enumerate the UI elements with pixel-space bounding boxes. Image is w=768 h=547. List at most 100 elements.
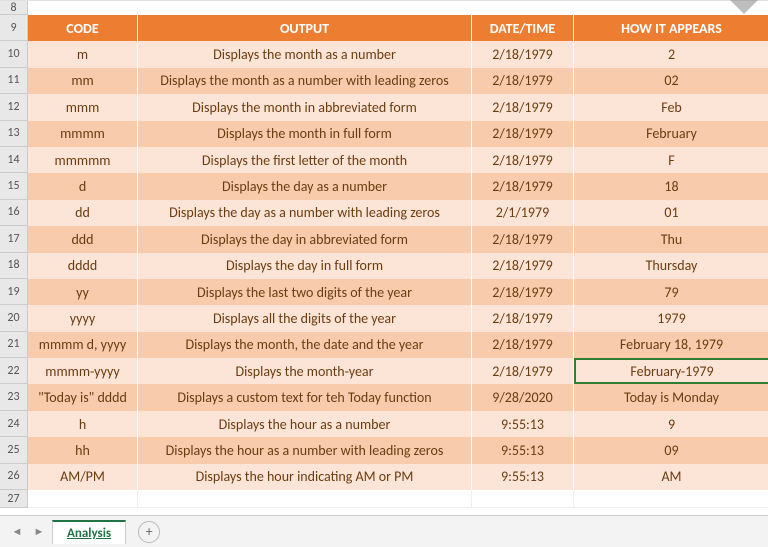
- cell-output[interactable]: Displays the month as a number: [138, 41, 472, 67]
- row-header[interactable]: 25: [0, 437, 28, 463]
- row-header[interactable]: 11: [0, 68, 28, 94]
- cell-datetime[interactable]: 2/18/1979: [472, 147, 574, 173]
- cell-code[interactable]: ddd: [28, 226, 138, 252]
- cell-output[interactable]: Displays the hour indicating AM or PM: [138, 464, 472, 490]
- col-header-output[interactable]: OUTPUT: [138, 15, 472, 41]
- row-header[interactable]: 19: [0, 279, 28, 305]
- row-header[interactable]: 23: [0, 384, 28, 410]
- cell-code[interactable]: yy: [28, 279, 138, 305]
- sheet-tab-analysis[interactable]: Analysis: [52, 520, 126, 544]
- row-header[interactable]: 21: [0, 332, 28, 358]
- cell-output[interactable]: Displays all the digits of the year: [138, 305, 472, 331]
- row-header[interactable]: 22: [0, 358, 28, 384]
- cell-datetime[interactable]: 9:55:13: [472, 464, 574, 490]
- cell-output[interactable]: Displays the day in abbreviated form: [138, 226, 472, 252]
- row-header[interactable]: 13: [0, 121, 28, 147]
- cell-code[interactable]: mm: [28, 68, 138, 94]
- cell-code[interactable]: dddd: [28, 253, 138, 279]
- cell-code[interactable]: mmmm d, yyyy: [28, 332, 138, 358]
- cell-output[interactable]: Displays the day as a number: [138, 173, 472, 199]
- cell-output[interactable]: Displays the month in abbreviated form: [138, 94, 472, 120]
- add-sheet-button[interactable]: +: [138, 521, 160, 543]
- cell-datetime[interactable]: 2/18/1979: [472, 94, 574, 120]
- cell-appears[interactable]: 02: [574, 68, 768, 94]
- cell-output[interactable]: Displays the last two digits of the year: [138, 279, 472, 305]
- row-header[interactable]: 15: [0, 173, 28, 199]
- row-header[interactable]: 20: [0, 305, 28, 331]
- cell-code[interactable]: mmmm: [28, 121, 138, 147]
- cell-output[interactable]: Displays the month as a number with lead…: [138, 68, 472, 94]
- cell-appears[interactable]: F: [574, 147, 768, 173]
- cell-datetime[interactable]: 9:55:13: [472, 411, 574, 437]
- cell-code[interactable]: mmmmm: [28, 147, 138, 173]
- cell-code[interactable]: h: [28, 411, 138, 437]
- cell-datetime[interactable]: 2/1/1979: [472, 200, 574, 226]
- cell-datetime[interactable]: 9:55:13: [472, 437, 574, 463]
- cell-datetime[interactable]: 2/18/1979: [472, 358, 574, 384]
- cell-appears[interactable]: 1979: [574, 305, 768, 331]
- cell-datetime[interactable]: 2/18/1979: [472, 173, 574, 199]
- cell-appears[interactable]: February-1979: [574, 358, 768, 384]
- cell-appears[interactable]: Today is Monday: [574, 384, 768, 410]
- cell-datetime[interactable]: 2/18/1979: [472, 41, 574, 67]
- empty-cell[interactable]: [28, 490, 138, 508]
- cell-appears[interactable]: 09: [574, 437, 768, 463]
- cell-output[interactable]: Displays the day as a number with leadin…: [138, 200, 472, 226]
- empty-cell[interactable]: [574, 490, 768, 508]
- cell-appears[interactable]: Thursday: [574, 253, 768, 279]
- row-header[interactable]: 9: [0, 15, 28, 41]
- cell-datetime[interactable]: 2/18/1979: [472, 332, 574, 358]
- col-header-appears[interactable]: HOW IT APPEARS: [574, 15, 768, 41]
- row-header[interactable]: 10: [0, 41, 28, 67]
- cell-output[interactable]: Displays a custom text for teh Today fun…: [138, 384, 472, 410]
- cell-appears[interactable]: 18: [574, 173, 768, 199]
- cell-code[interactable]: mmmm-yyyy: [28, 358, 138, 384]
- cell-output[interactable]: Displays the month in full form: [138, 121, 472, 147]
- cell-output[interactable]: Displays the hour as a number: [138, 411, 472, 437]
- cell-datetime[interactable]: 2/18/1979: [472, 68, 574, 94]
- cell-code[interactable]: hh: [28, 437, 138, 463]
- cell-datetime[interactable]: 2/18/1979: [472, 253, 574, 279]
- cell-datetime[interactable]: 2/18/1979: [472, 226, 574, 252]
- row-header[interactable]: 8: [0, 1, 28, 15]
- cell-output[interactable]: Displays the month, the date and the yea…: [138, 332, 472, 358]
- cell-output[interactable]: Displays the first letter of the month: [138, 147, 472, 173]
- cell-appears[interactable]: February: [574, 121, 768, 147]
- row-header[interactable]: 14: [0, 147, 28, 173]
- cell-datetime[interactable]: 9/28/2020: [472, 384, 574, 410]
- cell-appears[interactable]: Thu: [574, 226, 768, 252]
- cell-code[interactable]: AM/PM: [28, 464, 138, 490]
- empty-cell[interactable]: [472, 1, 574, 15]
- row-header[interactable]: 26: [0, 464, 28, 490]
- tab-nav-next-icon[interactable]: ►: [30, 523, 48, 541]
- cell-appears[interactable]: 2: [574, 41, 768, 67]
- row-header[interactable]: 24: [0, 411, 28, 437]
- row-header[interactable]: 18: [0, 253, 28, 279]
- cell-datetime[interactable]: 2/18/1979: [472, 305, 574, 331]
- cell-output[interactable]: Displays the day in full form: [138, 253, 472, 279]
- cell-output[interactable]: Displays the month-year: [138, 358, 472, 384]
- empty-cell[interactable]: [28, 1, 138, 15]
- cell-appears[interactable]: AM: [574, 464, 768, 490]
- cell-code[interactable]: mmm: [28, 94, 138, 120]
- row-header[interactable]: 27: [0, 490, 28, 508]
- cell-appears[interactable]: February 18, 1979: [574, 332, 768, 358]
- cell-datetime[interactable]: 2/18/1979: [472, 121, 574, 147]
- cell-datetime[interactable]: 2/18/1979: [472, 279, 574, 305]
- row-header[interactable]: 12: [0, 94, 28, 120]
- row-header[interactable]: 16: [0, 200, 28, 226]
- cell-code[interactable]: yyyy: [28, 305, 138, 331]
- cell-code[interactable]: "Today is" dddd: [28, 384, 138, 410]
- empty-cell[interactable]: [138, 1, 472, 15]
- cell-appears[interactable]: Feb: [574, 94, 768, 120]
- spreadsheet-grid[interactable]: 89CODEOUTPUTDATE/TIMEHOW IT APPEARS10mDi…: [0, 0, 768, 508]
- row-header[interactable]: 17: [0, 226, 28, 252]
- tab-nav-prev-icon[interactable]: ◄: [8, 523, 26, 541]
- cell-code[interactable]: m: [28, 41, 138, 67]
- empty-cell[interactable]: [472, 490, 574, 508]
- empty-cell[interactable]: [138, 490, 472, 508]
- cell-appears[interactable]: 9: [574, 411, 768, 437]
- col-header-code[interactable]: CODE: [28, 15, 138, 41]
- cell-code[interactable]: dd: [28, 200, 138, 226]
- cell-code[interactable]: d: [28, 173, 138, 199]
